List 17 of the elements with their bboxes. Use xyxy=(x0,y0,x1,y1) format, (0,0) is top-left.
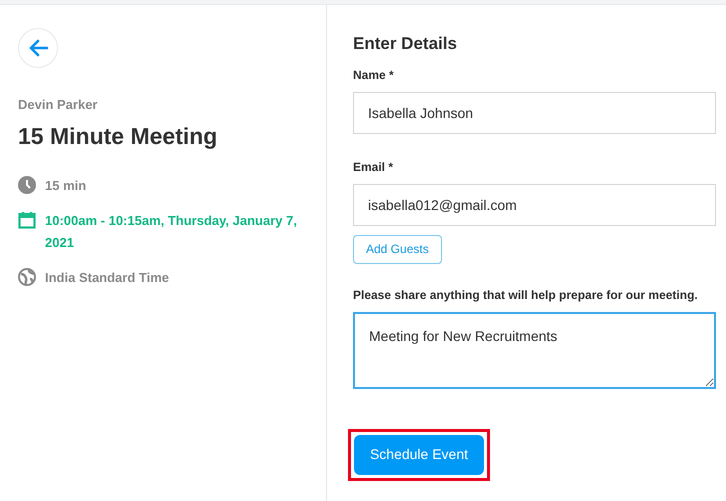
form-heading: Enter Details xyxy=(353,33,458,55)
event-title: 15 Minute Meeting xyxy=(18,122,218,151)
text-field[interactable]: Isabella Johnson xyxy=(353,92,716,134)
event-detail: 10:00am - 10:15am, Thursday, January 7, 2021 xyxy=(45,212,298,252)
field-label: Please share anything that will help prepare for our meeting. xyxy=(353,286,699,304)
calendar-icon xyxy=(18,211,36,229)
organizer-name: Devin Parker xyxy=(18,96,98,114)
back-arrow-icon xyxy=(28,39,48,57)
notes-field[interactable]: Meeting for New Recruitments xyxy=(353,312,716,388)
back-button[interactable] xyxy=(18,28,58,68)
field-label: Email * xyxy=(353,158,394,176)
clock-icon xyxy=(18,176,36,194)
globe-icon xyxy=(18,268,36,286)
text-field[interactable]: isabella012@gmail.com xyxy=(353,184,716,226)
field-label: Name * xyxy=(353,66,395,84)
event-detail: 15 min xyxy=(45,177,86,195)
event-detail: India Standard Time xyxy=(45,269,170,287)
